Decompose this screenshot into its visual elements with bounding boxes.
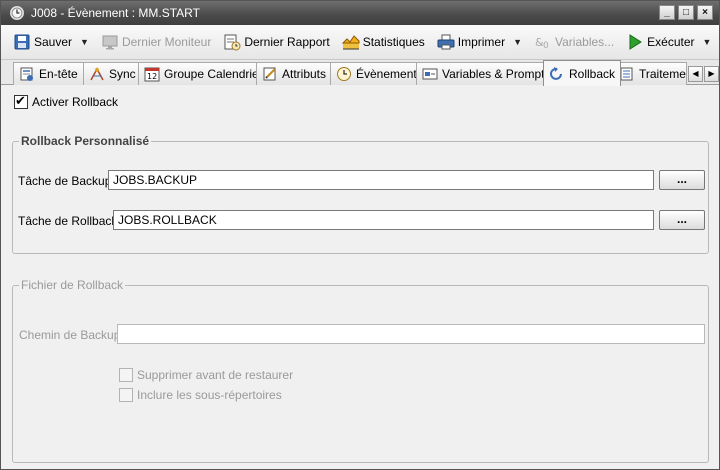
- tab-sync[interactable]: Sync: [83, 62, 142, 85]
- backup-path-label: Chemin de Backup:: [19, 328, 124, 342]
- tab-scroll-left-icon[interactable]: ◀: [688, 66, 703, 82]
- include-subdirectories-checkbox[interactable]: Inclure les sous-répertoires: [119, 388, 282, 402]
- enable-rollback-checkbox[interactable]: Activer Rollback: [14, 93, 118, 109]
- tab-event[interactable]: Évènement: [330, 62, 423, 85]
- statistics-button[interactable]: Statistiques: [338, 29, 429, 55]
- rollback-task-label: Tâche de Rollback:: [18, 214, 121, 228]
- print-button[interactable]: Imprimer ▼: [433, 29, 526, 55]
- rollback-task-input[interactable]: [113, 210, 654, 230]
- chevron-down-icon[interactable]: ▼: [513, 37, 522, 47]
- close-button[interactable]: ×: [697, 5, 713, 20]
- play-icon: [626, 33, 644, 51]
- tab-processing[interactable]: Traitemen: [613, 62, 687, 85]
- checkbox-checked-icon[interactable]: [14, 93, 28, 109]
- tab-rollback[interactable]: Rollback: [543, 60, 622, 86]
- toolbar: Sauver ▼ Dernier Moniteur Dernier Rappor…: [1, 25, 719, 60]
- variables-button[interactable]: & 0 Variables...: [530, 29, 618, 55]
- variables-icon: & 0: [534, 33, 552, 51]
- group-title: Fichier de Rollback: [19, 278, 126, 292]
- svg-text:12: 12: [147, 72, 157, 81]
- header-icon: [19, 66, 35, 82]
- chevron-down-icon[interactable]: ▼: [703, 37, 712, 47]
- window-title: J008 - Évènement : MM.START: [31, 6, 200, 20]
- tab-attributes[interactable]: Attributs: [256, 62, 333, 85]
- chart-icon: [341, 33, 360, 51]
- group-title: Rollback Personnalisé: [19, 134, 152, 148]
- rollback-panel: Activer Rollback Rollback Personnalisé T…: [1, 85, 719, 469]
- checkbox-unchecked-icon[interactable]: [119, 368, 133, 382]
- variables-icon: [422, 66, 438, 82]
- floppy-disk-icon: [13, 33, 31, 51]
- execute-button[interactable]: Exécuter ▼: [622, 29, 715, 55]
- tab-strip: En-tête Sync 12 Groupe Calendrier Attrib…: [1, 60, 719, 86]
- process-icon: [619, 66, 635, 82]
- title-bar: J008 - Évènement : MM.START _ □ ×: [1, 1, 719, 25]
- svg-text:0: 0: [543, 41, 549, 51]
- tab-calendar-group[interactable]: 12 Groupe Calendrier: [138, 62, 269, 85]
- event-clock-icon: [336, 66, 352, 82]
- delete-before-restore-checkbox[interactable]: Supprimer avant de restaurer: [119, 368, 293, 382]
- rollback-icon: [549, 66, 565, 82]
- custom-rollback-group: Rollback Personnalisé: [12, 134, 709, 254]
- save-button[interactable]: Sauver ▼: [9, 29, 93, 55]
- maximize-button[interactable]: □: [678, 5, 694, 20]
- event-clock-icon: [9, 5, 25, 21]
- backup-browse-button[interactable]: ...: [659, 170, 705, 190]
- tab-scroll-right-icon[interactable]: ▶: [704, 66, 719, 82]
- last-monitor-button[interactable]: Dernier Moniteur: [97, 29, 215, 55]
- report-clock-icon: [223, 33, 241, 51]
- checkbox-unchecked-icon[interactable]: [119, 388, 133, 402]
- rollback-browse-button[interactable]: ...: [659, 210, 705, 230]
- attributes-icon: [262, 66, 278, 82]
- tab-variables-prompts[interactable]: Variables & Prompts: [416, 62, 557, 85]
- backup-task-label: Tâche de Backup:: [18, 174, 115, 188]
- sync-icon: [89, 66, 105, 82]
- minimize-button[interactable]: _: [659, 5, 675, 20]
- job-window: J008 - Évènement : MM.START _ □ × Sauver…: [0, 0, 720, 470]
- monitor-icon: [101, 33, 119, 51]
- tab-header[interactable]: En-tête: [13, 62, 84, 85]
- printer-icon: [437, 33, 455, 51]
- backup-path-input[interactable]: [117, 324, 705, 344]
- rollback-file-group: Fichier de Rollback: [12, 278, 709, 463]
- backup-task-input[interactable]: [108, 170, 654, 190]
- last-report-button[interactable]: Dernier Rapport: [219, 29, 333, 55]
- calendar-icon: 12: [144, 66, 160, 82]
- chevron-down-icon[interactable]: ▼: [80, 37, 89, 47]
